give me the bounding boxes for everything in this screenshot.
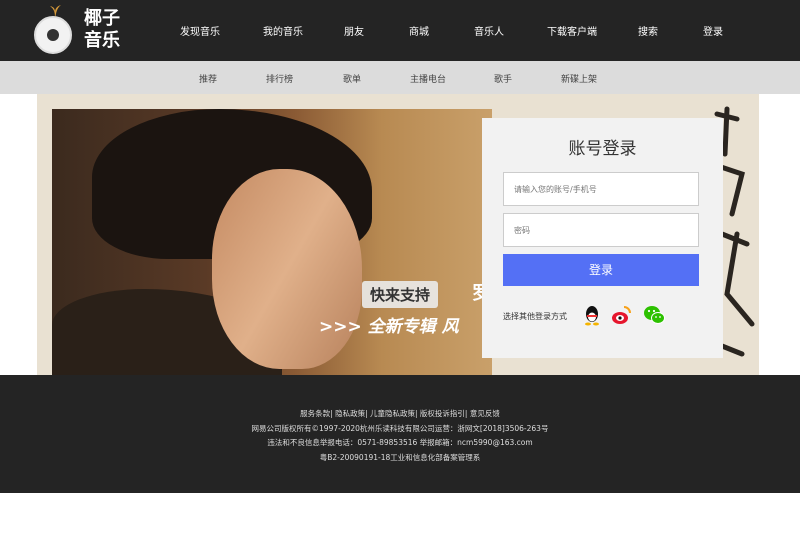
top-navbar: 椰子 音乐 发现音乐 我的音乐 朋友 商城 音乐人 下载客户端 搜索 登录 bbox=[0, 0, 800, 61]
subnav-new-albums[interactable]: 新碟上架 bbox=[561, 72, 597, 85]
account-input[interactable] bbox=[503, 172, 699, 206]
footer: 服务条款| 隐私政策| 儿童隐私政策| 版权投诉指引| 意见反馈 网易公司版权所… bbox=[0, 375, 800, 493]
nav-search[interactable]: 搜索 bbox=[638, 23, 658, 38]
subnav-artists[interactable]: 歌手 bbox=[494, 72, 512, 85]
promo-album-text: >>> 全新专辑 风 bbox=[319, 317, 459, 337]
other-login-label: 选择其他登录方式 bbox=[503, 312, 567, 321]
subnav-charts[interactable]: 排行榜 bbox=[266, 72, 293, 85]
login-title: 账号登录 bbox=[568, 139, 637, 159]
nav-friends[interactable]: 朋友 bbox=[344, 23, 364, 38]
weibo-icon[interactable] bbox=[610, 304, 632, 326]
photo-face bbox=[212, 169, 362, 369]
footer-links[interactable]: 服务条款| 隐私政策| 儿童隐私政策| 版权投诉指引| 意见反馈 bbox=[0, 408, 800, 419]
nav-mall[interactable]: 商城 bbox=[409, 23, 429, 38]
footer-report-contact: 违法和不良信息举报电话：0571-89853516 举报邮箱：ncm5990@1… bbox=[267, 438, 533, 447]
footer-icp: 粤B2-20090191-18工业和信息化部备案管理系 bbox=[319, 453, 481, 462]
qq-icon[interactable] bbox=[581, 304, 603, 326]
login-button[interactable]: 登录 bbox=[503, 254, 699, 286]
sub-navbar: 推荐 排行榜 歌单 主播电台 歌手 新碟上架 bbox=[0, 61, 800, 94]
nav-musicians[interactable]: 音乐人 bbox=[474, 23, 504, 38]
nav-my-music[interactable]: 我的音乐 bbox=[263, 23, 303, 38]
subnav-playlists[interactable]: 歌单 bbox=[343, 72, 361, 85]
main-nav: 发现音乐 我的音乐 朋友 商城 音乐人 下载客户端 搜索 登录 bbox=[0, 0, 800, 61]
nav-discover-music[interactable]: 发现音乐 bbox=[180, 23, 220, 38]
wechat-icon[interactable] bbox=[643, 304, 665, 326]
login-panel: 账号登录 登录 选择其他登录方式 bbox=[482, 118, 723, 358]
footer-copyright: 网易公司版权所有©1997-2020杭州乐读科技有限公司运营：浙网文[2018]… bbox=[251, 424, 549, 433]
promo-tag: 快来支持 bbox=[362, 281, 439, 308]
subnav-recommend[interactable]: 推荐 bbox=[199, 72, 217, 85]
subnav-radio[interactable]: 主播电台 bbox=[410, 72, 446, 85]
nav-download-client[interactable]: 下载客户端 bbox=[547, 23, 597, 38]
nav-login[interactable]: 登录 bbox=[703, 23, 723, 38]
password-input[interactable] bbox=[503, 213, 699, 247]
